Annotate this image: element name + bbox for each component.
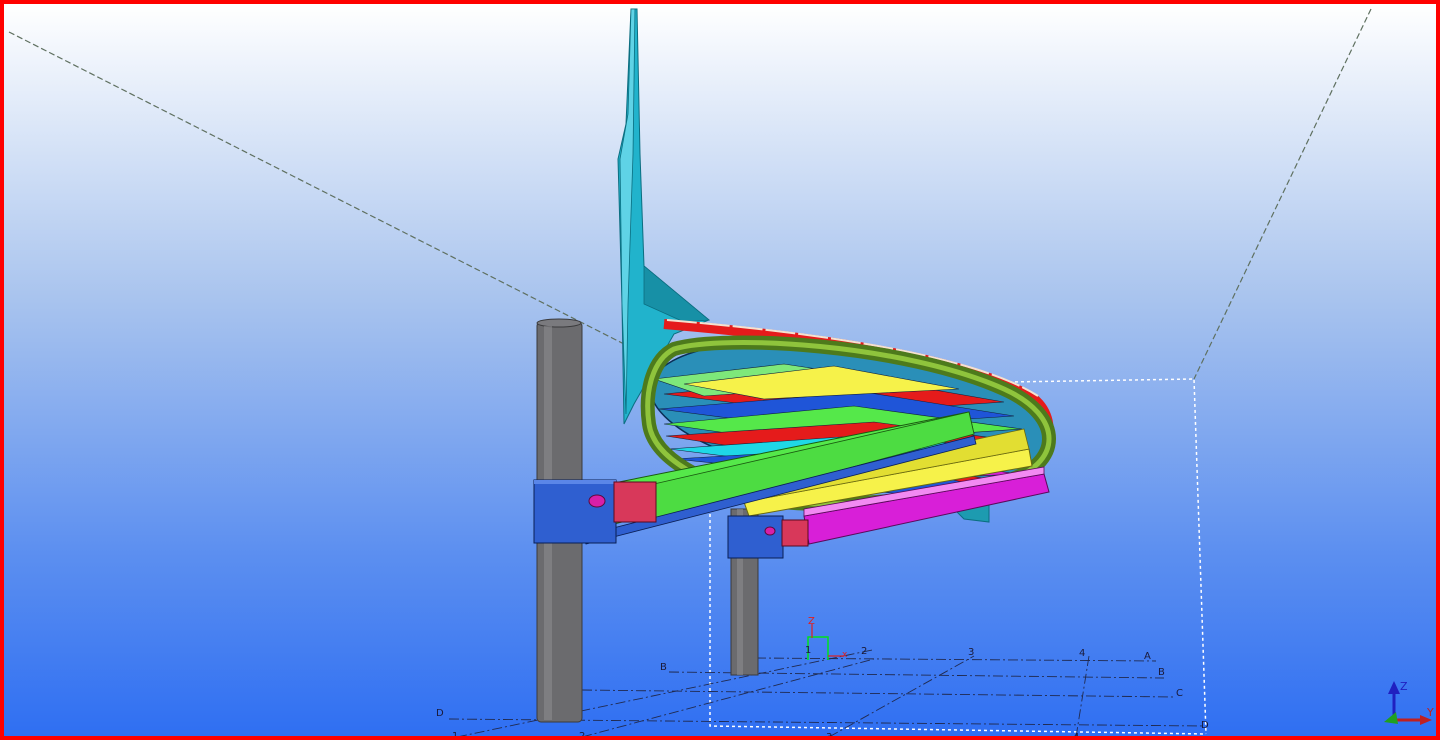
grid-label-col-4-top: 4 — [1079, 648, 1085, 659]
grid-label-row-c-right: C — [1176, 688, 1183, 699]
grid-label-col-3-bottom: 3 — [826, 732, 832, 740]
grid-label-col-1-bottom: 1 — [452, 731, 458, 740]
model-canvas[interactable]: A B C D A B C D 1 2 3 4 2 3 4 Z 1 x — [4, 4, 1440, 740]
grid-label-col-4-bottom: 4 — [1073, 732, 1079, 740]
view-axis-y-label: Y — [1426, 706, 1434, 719]
rear-end-plate[interactable] — [781, 519, 809, 547]
grid-label-col-2-top: 2 — [861, 646, 867, 657]
origin-axis-z-label: Z — [808, 616, 815, 627]
view-axes-icon: Z Y — [1384, 680, 1434, 725]
origin-label: 1 — [805, 645, 811, 656]
grid-label-row-d-left: D — [436, 708, 444, 719]
origin-axis-x-label: x — [842, 650, 848, 660]
front-cap-plate[interactable] — [533, 479, 617, 544]
work-plane-origin-symbol: Z 1 x — [805, 616, 848, 660]
perspective-guide-right — [1193, 8, 1372, 380]
grid-label-col-3-top: 3 — [968, 647, 974, 658]
view-axis-z-label: Z — [1400, 680, 1408, 693]
grid-label-row-b-right: B — [1158, 667, 1165, 678]
grid-label-col-2-bottom: 2 — [579, 731, 585, 740]
grid-label-row-a-right: A — [1144, 651, 1151, 662]
grid-label-row-b-left: B — [660, 662, 667, 673]
rear-cap-plate[interactable] — [727, 515, 784, 559]
perspective-guide-left — [8, 31, 625, 345]
grid-label-row-d-right: D — [1201, 720, 1209, 731]
model-view-3d[interactable]: A B C D A B C D 1 2 3 4 2 3 4 Z 1 x — [0, 0, 1440, 740]
front-end-plate[interactable] — [613, 481, 657, 523]
